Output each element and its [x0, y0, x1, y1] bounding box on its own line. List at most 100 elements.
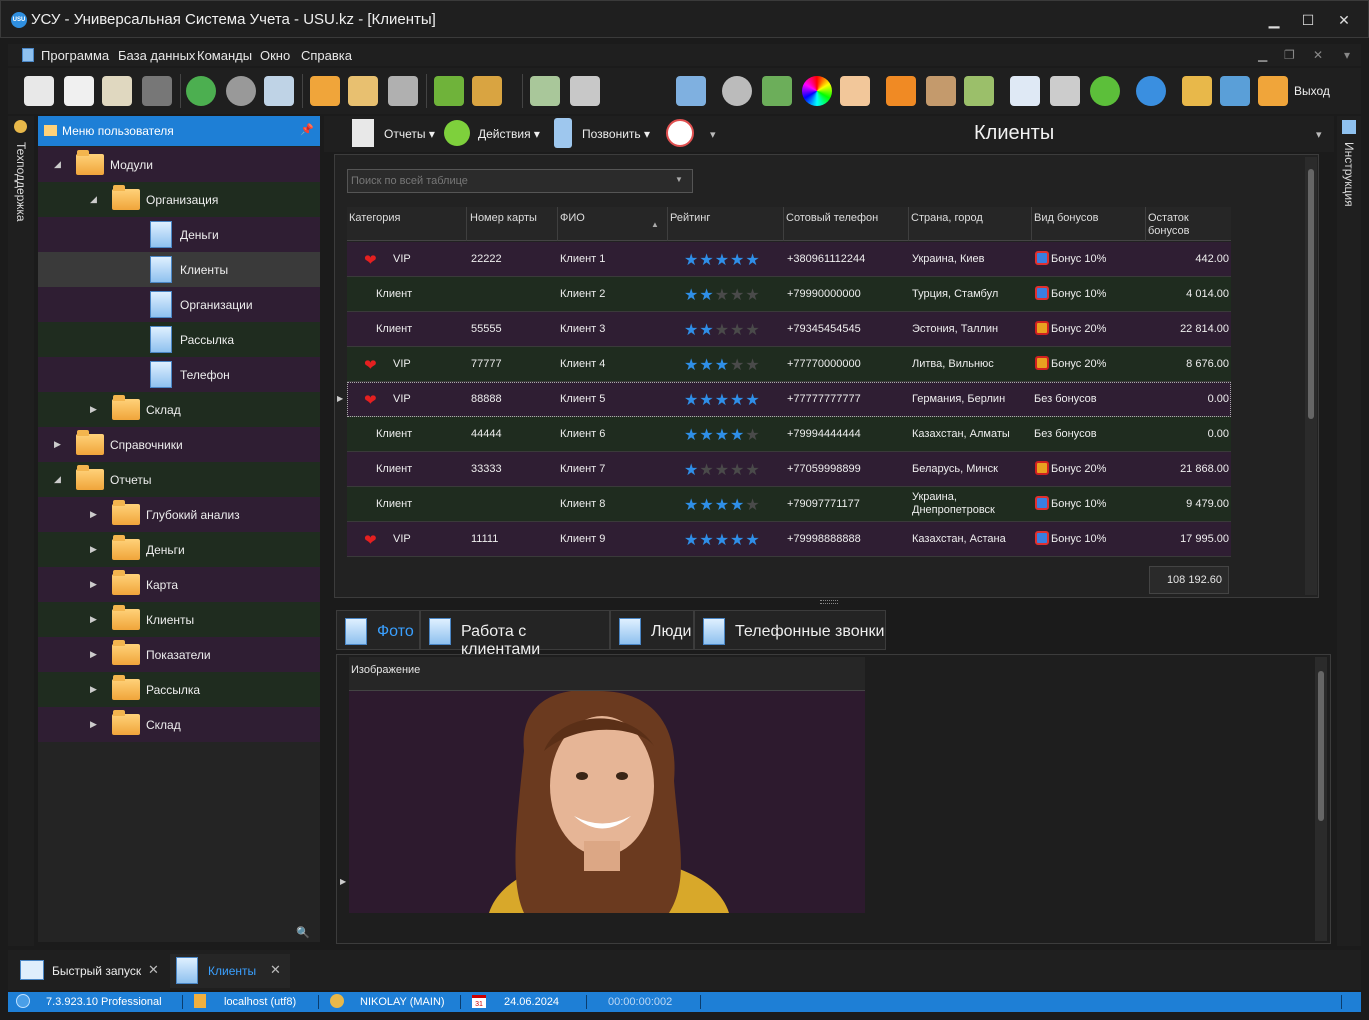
mdi-restore-icon[interactable]: ❐ [1284, 48, 1295, 62]
star-icon[interactable]: ★ [745, 392, 760, 409]
tree-icon[interactable] [570, 76, 600, 106]
photo-scrollbar[interactable] [1315, 657, 1327, 941]
expand-arrow-icon[interactable]: ▶ [90, 684, 97, 695]
nav-item[interactable]: ▶ Склад [38, 707, 320, 742]
star-icon[interactable]: ★ [715, 322, 730, 339]
star-icon[interactable]: ★ [745, 287, 760, 304]
mdi-menu-icon[interactable]: ▾ [1344, 48, 1350, 62]
star-icon[interactable]: ★ [715, 357, 730, 374]
nav-item[interactable]: ▶ Глубокий анализ [38, 497, 320, 532]
close-button[interactable]: ✕ [1329, 9, 1359, 31]
plug-icon[interactable] [1220, 76, 1250, 106]
user-icon[interactable] [926, 76, 956, 106]
nav-item[interactable]: ◢ Организация [38, 182, 320, 217]
lock-icon[interactable] [1182, 76, 1212, 106]
mdi-close-icon[interactable]: ✕ [1313, 48, 1323, 62]
table-row[interactable]: ❤ VIP 77777 Клиент 4 ★★★★★ +77770000000 Литва,… [347, 347, 1231, 382]
nav-item[interactable]: ▶ Деньги [38, 532, 320, 567]
close-tab-icon[interactable]: ✕ [148, 962, 159, 978]
star-icon[interactable]: ★ [699, 462, 714, 479]
tab-clients[interactable]: Клиенты ✕ [170, 954, 290, 988]
expand-arrow-icon[interactable]: ▶ [90, 509, 97, 520]
collapse-arrow-icon[interactable]: ◢ [54, 474, 61, 485]
star-icon[interactable]: ★ [730, 392, 745, 409]
color-wheel-icon[interactable] [802, 76, 832, 106]
copy-record-icon[interactable] [64, 76, 94, 106]
col-category[interactable]: Категория [349, 212, 400, 225]
star-icon[interactable]: ★ [730, 287, 745, 304]
filter-icon[interactable] [310, 76, 340, 106]
nav-item[interactable]: Деньги [38, 217, 320, 252]
star-icon[interactable]: ★ [684, 287, 699, 304]
star-icon[interactable]: ★ [730, 252, 745, 269]
col-bonus-rest[interactable]: Остаток бонусов [1148, 212, 1208, 238]
star-icon[interactable]: ★ [699, 357, 714, 374]
filter-edit-icon[interactable] [348, 76, 378, 106]
menu-help[interactable]: Справка [301, 48, 352, 63]
pin-icon[interactable]: 📌 [300, 123, 314, 136]
refresh-icon[interactable] [186, 76, 216, 106]
star-icon[interactable]: ★ [715, 462, 730, 479]
tab-people[interactable]: Люди [610, 610, 694, 650]
star-icon[interactable]: ★ [684, 252, 699, 269]
instruction-strip[interactable]: Инструкция [1337, 116, 1361, 946]
expand-arrow-icon[interactable]: ▶ [54, 439, 61, 450]
nav-item[interactable]: ▶ Склад [38, 392, 320, 427]
reports-button[interactable]: Отчеты ▾ [384, 127, 435, 141]
star-icon[interactable]: ★ [745, 322, 760, 339]
nav-item[interactable]: ▶ Карта [38, 567, 320, 602]
star-icon[interactable]: ★ [684, 357, 699, 374]
call-button[interactable]: Позвонить ▾ [582, 127, 650, 141]
table-row[interactable]: ❤ VIP 22222 Клиент 1 ★★★★★ +380961112244 Украи… [347, 242, 1231, 277]
star-icon[interactable]: ★ [730, 532, 745, 549]
star-icon[interactable]: ★ [730, 462, 745, 479]
star-icon[interactable]: ★ [715, 532, 730, 549]
menu-database[interactable]: База данных [118, 48, 195, 63]
search-dropdown-icon[interactable]: ▼ [675, 175, 683, 184]
nav-item[interactable]: ▶ Справочники [38, 427, 320, 462]
tab-client-work[interactable]: Работа с клиентами [420, 610, 610, 658]
exit-button[interactable]: Выход [1294, 84, 1330, 98]
expand-arrow-icon[interactable]: ▶ [90, 614, 97, 625]
printer-icon[interactable] [1050, 76, 1080, 106]
star-icon[interactable]: ★ [699, 497, 714, 514]
menu-program[interactable]: Программа [41, 48, 109, 63]
star-icon[interactable]: ★ [715, 392, 730, 409]
maximize-button[interactable]: ☐ [1293, 9, 1323, 31]
nav-item[interactable]: ▶ Рассылка [38, 672, 320, 707]
star-icon[interactable]: ★ [684, 497, 699, 514]
star-icon[interactable]: ★ [715, 287, 730, 304]
instruction-label[interactable]: Инструкция [1342, 142, 1356, 207]
mdi-minimize-icon[interactable]: ▁ [1258, 48, 1267, 62]
table-row[interactable]: Клиент 55555 Клиент 3 ★★★★★ +79345454545 Эсто… [347, 312, 1231, 347]
col-phone[interactable]: Сотовый телефон [786, 212, 878, 225]
table-row[interactable]: ▶ ❤ VIP 88888 Клиент 5 ★★★★★ +77777777777 Герма… [337, 382, 1231, 417]
menu-window[interactable]: Окно [260, 48, 290, 63]
star-icon[interactable]: ★ [730, 427, 745, 444]
nav-item[interactable]: Клиенты [38, 252, 320, 287]
support-label[interactable]: Техподдержка [14, 142, 28, 222]
col-rating[interactable]: Рейтинг [670, 212, 710, 225]
splitter-handle[interactable] [820, 600, 838, 604]
nav-item[interactable]: ▶ Клиенты [38, 602, 320, 637]
table-icon[interactable] [1010, 76, 1040, 106]
col-name[interactable]: ФИО [560, 212, 585, 225]
star-icon[interactable]: ★ [715, 497, 730, 514]
gear-icon[interactable] [722, 76, 752, 106]
col-bonus-type[interactable]: Вид бонусов [1034, 212, 1098, 225]
collapse-arrow-icon[interactable]: ◢ [90, 194, 97, 205]
minimize-button[interactable]: ▁ [1259, 9, 1289, 31]
col-card[interactable]: Номер карты [470, 212, 537, 225]
star-icon[interactable]: ★ [745, 357, 760, 374]
rss-icon[interactable] [886, 76, 916, 106]
search-table-icon[interactable] [264, 76, 294, 106]
delete-record-icon[interactable] [142, 76, 172, 106]
expand-arrow-icon[interactable]: ▶ [90, 579, 97, 590]
actions-button[interactable]: Действия ▾ [478, 127, 540, 141]
panel-menu-icon[interactable]: ▾ [1316, 128, 1322, 141]
go-forward-icon[interactable] [1090, 76, 1120, 106]
expand-arrow-icon[interactable]: ▶ [90, 404, 97, 415]
table-row[interactable]: Клиент 33333 Клиент 7 ★★★★★ +77059998899 Бела… [347, 452, 1231, 487]
expand-arrow-icon[interactable]: ▶ [90, 544, 97, 555]
star-icon[interactable]: ★ [684, 427, 699, 444]
